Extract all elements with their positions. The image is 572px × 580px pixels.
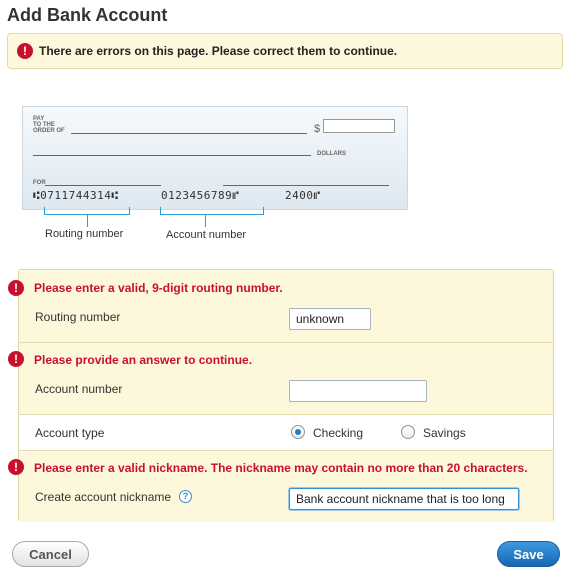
nickname-error-message: Please enter a valid nickname. The nickn… (34, 461, 528, 475)
account-number-input[interactable] (289, 380, 427, 402)
account-number-label: Account number (35, 382, 123, 396)
routing-number-input[interactable] (289, 308, 371, 330)
account-number-legend: Account number (166, 229, 247, 241)
signature-line (223, 185, 389, 186)
bank-account-form: Please enter a valid, 9-digit routing nu… (18, 269, 554, 522)
routing-section: Please enter a valid, 9-digit routing nu… (19, 270, 553, 342)
payee-line (71, 133, 307, 134)
routing-number-label: Routing number (35, 310, 121, 324)
check-for-label: FOR (33, 180, 46, 186)
routing-number-legend: Routing number (45, 228, 124, 240)
error-icon: ! (17, 43, 33, 59)
check-dollars-label: DOLLARS (317, 151, 346, 157)
routing-bracket-stem (87, 215, 88, 227)
nickname-section: Please enter a valid nickname. The nickn… (19, 451, 553, 522)
page-error-banner: ! There are errors on this page. Please … (7, 33, 563, 69)
account-error-message: Please provide an answer to continue. (34, 353, 253, 367)
micr-routing: ⑆0711744314⑆ (33, 189, 119, 202)
account-type-label: Account type (35, 426, 105, 440)
micr-check-number: 2400⑈ (285, 189, 321, 202)
account-error-icon: ! (8, 351, 24, 367)
check-amount-box (323, 119, 395, 133)
account-type-section: Account type Checking Savings (19, 415, 553, 450)
help-icon[interactable]: ? (179, 490, 192, 503)
check-dollar-sign: $ (314, 123, 321, 135)
account-section: Please provide an answer to continue. Ac… (19, 343, 553, 414)
account-bracket (160, 207, 264, 215)
cancel-button[interactable]: Cancel (12, 541, 89, 567)
page-error-message: There are errors on this page. Please co… (39, 44, 398, 58)
amount-words-line (33, 155, 311, 156)
routing-error-icon: ! (8, 280, 24, 296)
check-illustration: PAY TO THE ORDER OF $ DOLLARS FOR ⑆07117… (22, 106, 408, 210)
memo-line (45, 185, 161, 186)
nickname-input[interactable] (289, 488, 519, 510)
micr-account: 0123456789⑈ (161, 189, 240, 202)
routing-error-message: Please enter a valid, 9-digit routing nu… (34, 281, 283, 295)
routing-bracket (44, 207, 130, 215)
account-bracket-stem (205, 215, 206, 227)
check-order-of-label: ORDER OF (33, 128, 65, 134)
nickname-label: Create account nickname (35, 490, 172, 504)
savings-label[interactable]: Savings (423, 426, 466, 440)
save-button[interactable]: Save (497, 541, 560, 567)
savings-radio[interactable] (401, 425, 415, 439)
page-title: Add Bank Account (7, 5, 168, 25)
checking-label[interactable]: Checking (313, 426, 363, 440)
checking-radio[interactable] (291, 425, 305, 439)
nickname-error-icon: ! (8, 459, 24, 475)
